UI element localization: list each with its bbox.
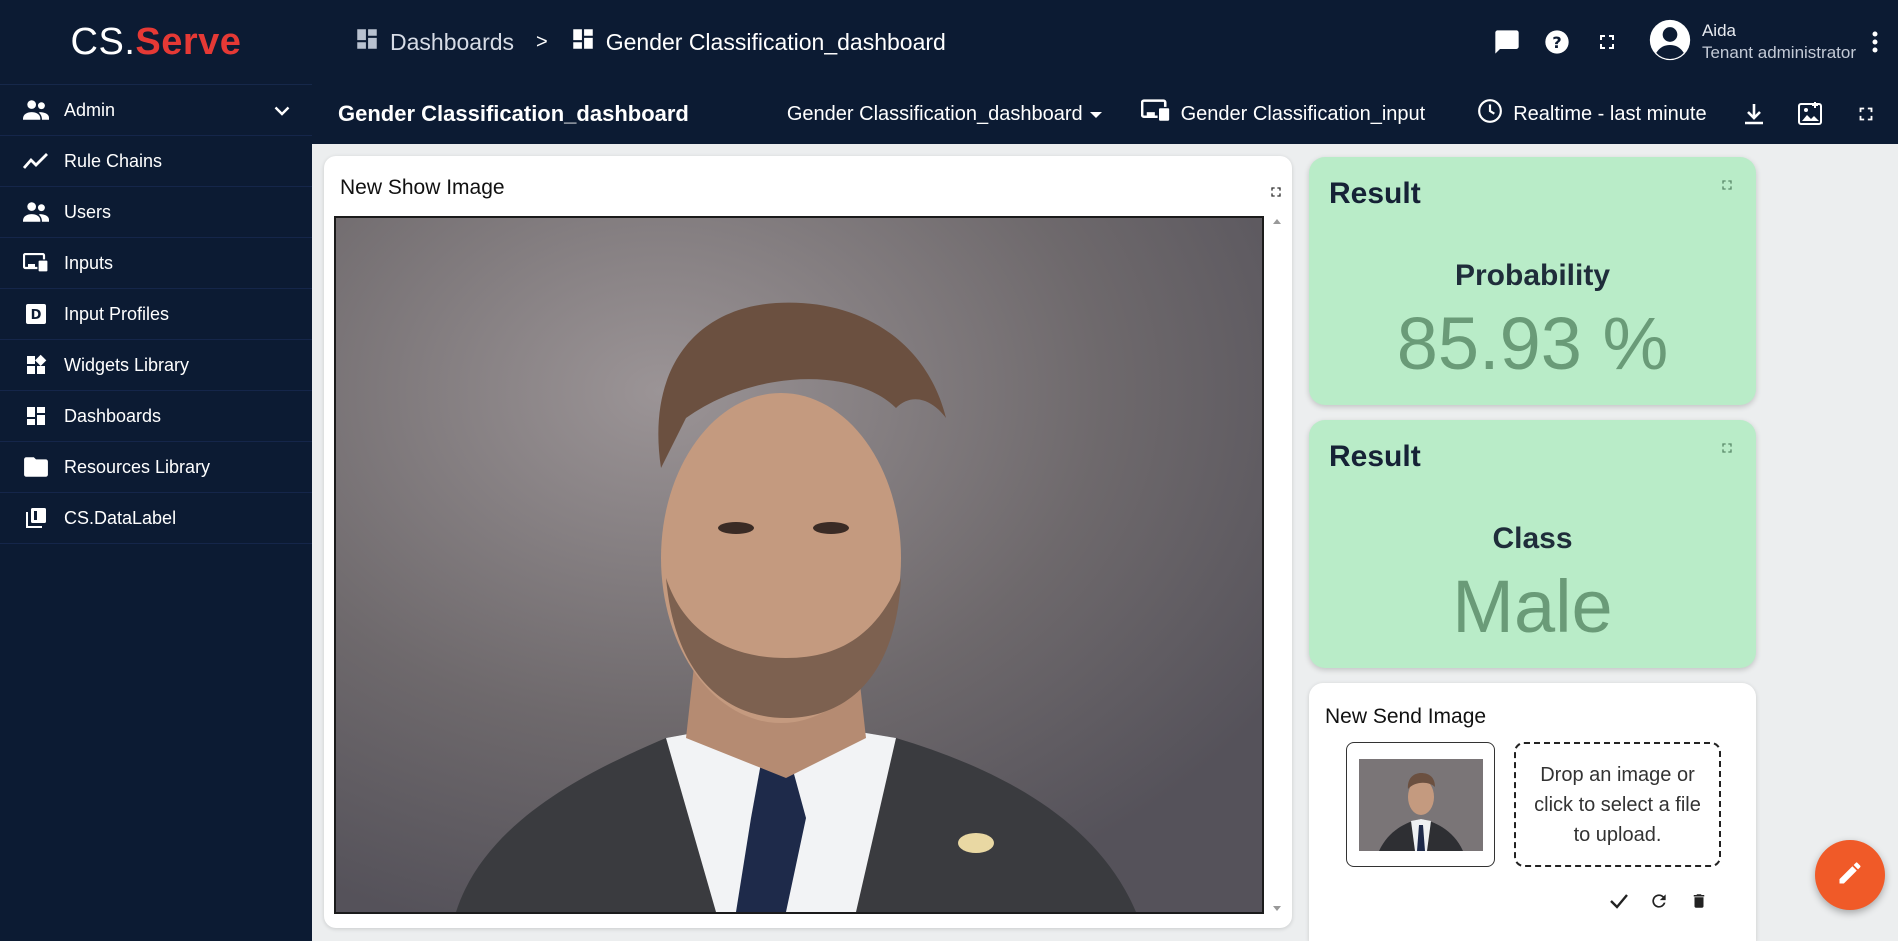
svg-text:D: D <box>31 308 42 323</box>
send-image-widget: New Send Image Drop an image or click to… <box>1309 683 1756 941</box>
sidebar-item-input-profiles[interactable]: D Input Profiles <box>0 289 312 340</box>
devices-icon <box>22 251 50 275</box>
logo-part-2: Serve <box>135 20 242 63</box>
breadcrumb-dashboards[interactable]: Dashboards <box>354 26 514 58</box>
fullscreen-icon[interactable] <box>1719 177 1735 198</box>
sidebar-item-rule-chains[interactable]: Rule Chains <box>0 136 312 187</box>
class-value: Male <box>1452 565 1613 648</box>
widget-title: Result <box>1329 440 1421 473</box>
sidebar-item-dashboards[interactable]: Dashboards <box>0 391 312 442</box>
fullscreen-icon[interactable] <box>1582 17 1632 67</box>
sidebar-item-inputs[interactable]: Inputs <box>0 238 312 289</box>
download-icon[interactable] <box>1733 93 1775 135</box>
dashboard-icon <box>570 26 596 58</box>
refresh-icon[interactable] <box>1644 886 1674 916</box>
logo-part-1: CS. <box>70 20 136 63</box>
image-scrollbar[interactable] <box>1270 216 1284 914</box>
svg-text:?: ? <box>1552 33 1561 52</box>
entity-alias-select[interactable]: Gender Classification_input <box>1140 99 1426 129</box>
sidebar-item-label: Widgets Library <box>64 354 190 375</box>
result-label: Probability <box>1454 259 1611 292</box>
breadcrumb-label: Dashboards <box>390 28 515 55</box>
drop-zone-text: Drop an image or click to select a file … <box>1534 763 1701 846</box>
result-label: Class <box>1492 522 1573 555</box>
sidebar-item-label: Inputs <box>64 252 114 273</box>
result-class-widget: Result Class Male <box>1309 420 1756 668</box>
dashboard-state-label: Gender Classification_dashboard <box>786 102 1083 125</box>
dashboard-actions <box>1733 93 1887 135</box>
sidebar-item-label: Resources Library <box>64 456 211 477</box>
breadcrumb-separator: > <box>536 30 548 53</box>
sidebar-item-label: CS.DataLabel <box>64 507 177 528</box>
displayed-image <box>334 216 1264 914</box>
check-icon[interactable] <box>1604 886 1634 916</box>
sidebar-item-admin[interactable]: Admin <box>0 85 312 136</box>
user-role: Tenant administrator <box>1701 43 1856 62</box>
sidebar-item-label: Dashboards <box>64 405 162 426</box>
sidebar-item-label: Input Profiles <box>64 303 170 324</box>
widgets-icon <box>22 353 50 377</box>
probability-value: 85.93 % <box>1396 302 1669 385</box>
timewindow-label: Realtime - last minute <box>1513 102 1707 125</box>
app-logo[interactable]: CS. Serve <box>0 0 312 84</box>
sidebar-item-users[interactable]: Users <box>0 187 312 238</box>
dashboard-icon <box>22 404 50 428</box>
library-icon <box>22 506 50 530</box>
dashboard-icon <box>354 26 380 58</box>
sidebar-item-label: Admin <box>64 99 116 120</box>
image-drop-zone[interactable]: Drop an image or click to select a file … <box>1514 742 1721 867</box>
timewindow-button[interactable]: Realtime - last minute <box>1477 98 1707 130</box>
export-image-icon[interactable] <box>1789 93 1831 135</box>
account-circle-icon <box>1648 18 1692 67</box>
result-probability-widget: Result Probability 85.93 % <box>1309 157 1756 405</box>
edit-dashboard-button[interactable] <box>1815 840 1885 910</box>
user-name: Aida <box>1701 21 1736 40</box>
widget-title: New Send Image <box>1325 705 1487 728</box>
breadcrumb-current-dashboard[interactable]: Gender Classification_dashboard <box>570 26 946 58</box>
profile-d-icon: D <box>22 302 50 326</box>
thumbnail-photo <box>1358 758 1483 851</box>
sidebar-item-widgets-library[interactable]: Widgets Library <box>0 340 312 391</box>
delete-icon[interactable] <box>1684 886 1714 916</box>
sidebar-item-label: Rule Chains <box>64 150 163 171</box>
portrait-photo <box>336 218 1262 912</box>
sidebar: Admin Rule Chains Users Inputs D Input P… <box>0 84 312 941</box>
user-menu[interactable]: Aida Tenant administrator <box>1648 18 1856 67</box>
dashboard-toolbar: Gender Classification_dashboard Gender C… <box>312 84 1898 144</box>
sidebar-item-cs-datalabel[interactable]: CS.DataLabel <box>0 493 312 544</box>
edit-pencil-icon <box>1836 859 1864 892</box>
top-header: CS. Serve Dashboards > Gender Classificat… <box>0 0 1898 84</box>
sidebar-item-label: Users <box>64 201 112 222</box>
selected-image-preview <box>1346 742 1495 867</box>
clock-icon <box>1477 98 1503 130</box>
more-vert-icon[interactable] <box>1862 17 1888 67</box>
help-icon[interactable]: ? <box>1532 17 1582 67</box>
header-actions: ? Aida Tenant administrator <box>1482 17 1898 67</box>
dashboard-state-select[interactable]: Gender Classification_dashboard <box>787 103 1103 126</box>
dashboard-content: New Show Image Result Probability 85.93 … <box>312 144 1898 941</box>
send-image-actions <box>1604 886 1714 916</box>
chat-icon[interactable] <box>1482 17 1532 67</box>
trending-line-icon <box>22 149 50 173</box>
caret-down-icon <box>1089 103 1103 126</box>
user-info: Aida Tenant administrator <box>1702 20 1856 64</box>
fullscreen-icon[interactable] <box>1719 440 1735 461</box>
folder-icon <box>22 455 50 479</box>
widget-title: New Show Image <box>340 176 505 199</box>
dashboard-title: Gender Classification_dashboard <box>338 101 689 126</box>
sidebar-item-resources-library[interactable]: Resources Library <box>0 442 312 493</box>
chevron-down-icon[interactable] <box>274 100 290 121</box>
people-icon <box>22 200 50 224</box>
widget-title: Result <box>1329 177 1421 210</box>
breadcrumb-label: Gender Classification_dashboard <box>605 28 946 55</box>
entity-alias-label: Gender Classification_input <box>1180 102 1426 125</box>
devices-icon <box>1140 99 1171 129</box>
fullscreen-icon[interactable] <box>1845 93 1887 135</box>
fullscreen-icon[interactable] <box>1268 184 1284 205</box>
breadcrumb: Dashboards > Gender Classification_dashb… <box>354 26 946 58</box>
show-image-widget: New Show Image <box>324 156 1292 928</box>
people-icon <box>22 98 50 122</box>
